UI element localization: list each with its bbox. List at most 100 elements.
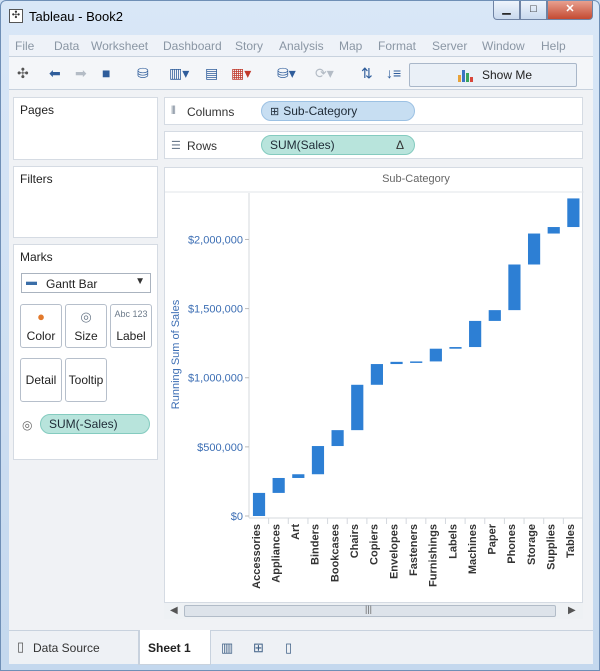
columns-icon: ⦀ bbox=[171, 105, 176, 117]
y-tick-label: $1,000,000 bbox=[188, 373, 243, 385]
gantt-bar bbox=[469, 320, 482, 348]
size-field-pill[interactable]: SUM(-Sales) bbox=[40, 414, 150, 434]
gantt-bar bbox=[527, 233, 541, 265]
category-label: Supplies bbox=[546, 524, 558, 570]
columns-shelf[interactable]: ⦀ Columns ⊞ Sub-Category bbox=[164, 97, 583, 125]
filters-title: Filters bbox=[20, 172, 53, 186]
chart-pane: Sub-Category $0 $500,000 $1,000,000 $1,500,0… bbox=[164, 167, 584, 603]
gantt-bar bbox=[429, 348, 442, 362]
gantt-bar bbox=[292, 474, 305, 478]
menu-data[interactable]: Data bbox=[54, 39, 79, 53]
category-label: Accessories bbox=[251, 524, 263, 589]
redo-icon[interactable]: ➡ bbox=[75, 65, 87, 81]
menu-format[interactable]: Format bbox=[378, 39, 416, 53]
sheet-tab-bar: ▯ Data Source Sheet 1 ▥ ⊞ ▯ bbox=[9, 630, 593, 665]
tooltip-label: Tooltip bbox=[68, 373, 104, 387]
data-source-label: Data Source bbox=[33, 641, 100, 655]
marks-title: Marks bbox=[20, 250, 53, 264]
y-axis-title: Running Sum of Sales bbox=[170, 299, 182, 409]
filters-card[interactable]: Filters bbox=[13, 166, 158, 238]
tableau-window: ✣ Tableau - Book2 ▁ □ ✕ File Data Worksh… bbox=[0, 0, 600, 671]
show-me-label: Show Me bbox=[482, 68, 533, 82]
category-label: Binders bbox=[310, 524, 322, 565]
new-worksheet-tab-icon[interactable]: ▥ bbox=[221, 640, 233, 656]
tableau-logo-icon[interactable]: ✣ bbox=[17, 65, 29, 81]
gantt-bar bbox=[370, 364, 383, 385]
menu-dashboard[interactable]: Dashboard bbox=[163, 39, 222, 53]
category-label: Copiers bbox=[369, 524, 381, 565]
gantt-bar bbox=[508, 264, 521, 311]
horizontal-scrollbar[interactable]: ◀ ||| ▶ bbox=[164, 603, 583, 619]
menu-story[interactable]: Story bbox=[235, 39, 263, 53]
chart-svg: Sub-Category $0 $500,000 $1,000,000 $1,500,0… bbox=[165, 173, 584, 589]
minimize-button[interactable]: ▁ bbox=[493, 1, 520, 20]
close-button[interactable]: ✕ bbox=[547, 1, 593, 20]
menu-map[interactable]: Map bbox=[339, 39, 362, 53]
window-title: Tableau - Book2 bbox=[29, 9, 123, 24]
columns-pill-label: Sub-Category bbox=[283, 104, 358, 118]
rows-label: Rows bbox=[187, 139, 218, 153]
detail-label: Detail bbox=[25, 373, 57, 387]
size-button[interactable]: ◎ Size bbox=[65, 304, 107, 348]
label-button[interactable]: Abc 123 Label bbox=[110, 304, 152, 348]
sheet1-label: Sheet 1 bbox=[148, 641, 191, 655]
category-label: Fasteners bbox=[408, 524, 420, 576]
scroll-left-icon[interactable]: ◀ bbox=[170, 605, 178, 616]
menu-window[interactable]: Window bbox=[482, 39, 525, 53]
new-datasource-icon[interactable]: ⛁ bbox=[137, 65, 149, 81]
mark-type-dropdown[interactable]: ▬ Gantt Bar ▼ bbox=[21, 273, 151, 293]
scroll-right-icon[interactable]: ▶ bbox=[568, 605, 576, 616]
gantt-bar bbox=[567, 198, 580, 228]
detail-button[interactable]: Detail bbox=[20, 358, 62, 402]
duplicate-sheet-icon[interactable]: ▤ bbox=[205, 65, 218, 81]
pages-card[interactable]: Pages bbox=[13, 97, 158, 160]
y-tick-label: $0 bbox=[231, 511, 243, 523]
new-story-tab-icon[interactable]: ▯ bbox=[285, 640, 292, 656]
size-icon: ◎ bbox=[80, 309, 92, 324]
gantt-bar bbox=[547, 227, 560, 234]
category-label: Bookcases bbox=[329, 524, 341, 582]
undo-icon[interactable]: ⬅ bbox=[49, 65, 61, 81]
clear-sheet-icon[interactable]: ▦▾ bbox=[231, 65, 251, 81]
tooltip-button[interactable]: Tooltip bbox=[65, 358, 107, 402]
color-label: Color bbox=[26, 329, 56, 343]
columns-pill[interactable]: ⊞ Sub-Category bbox=[261, 101, 415, 121]
new-dashboard-tab-icon[interactable]: ⊞ bbox=[253, 640, 264, 656]
menu-analysis[interactable]: Analysis bbox=[279, 39, 324, 53]
group-icon[interactable]: ⇅ bbox=[361, 65, 373, 81]
menu-bar: File Data Worksheet Dashboard Story Anal… bbox=[9, 35, 593, 57]
menu-worksheet[interactable]: Worksheet bbox=[91, 39, 148, 53]
maximize-button[interactable]: □ bbox=[520, 1, 547, 20]
category-label: Furnishings bbox=[428, 524, 440, 587]
menu-server[interactable]: Server bbox=[432, 39, 467, 53]
new-worksheet-icon[interactable]: ▥▾ bbox=[169, 65, 189, 81]
scroll-thumb[interactable]: ||| bbox=[184, 604, 556, 617]
show-me-button[interactable]: Show Me bbox=[409, 63, 577, 87]
color-button[interactable]: ● Color bbox=[20, 304, 62, 348]
gantt-bar bbox=[252, 492, 266, 516]
category-label: Envelopes bbox=[388, 524, 400, 579]
category-label: Appliances bbox=[270, 524, 282, 583]
gantt-bar-icon: ▬ bbox=[26, 276, 37, 288]
expand-icon: ⊞ bbox=[270, 106, 280, 118]
marks-card: Marks ▬ Gantt Bar ▼ ● Color ◎ Size Abc 1… bbox=[13, 244, 158, 460]
gantt-bar bbox=[311, 446, 325, 475]
rows-pill[interactable]: SUM(Sales) Δ bbox=[261, 135, 415, 155]
menu-file[interactable]: File bbox=[15, 39, 34, 53]
label-label: Label bbox=[116, 329, 146, 343]
size-label: Size bbox=[74, 329, 98, 343]
sheet1-tab[interactable]: Sheet 1 bbox=[139, 630, 211, 665]
category-label: Chairs bbox=[349, 524, 361, 558]
y-tick-label: $2,000,000 bbox=[188, 234, 243, 246]
gantt-bar bbox=[488, 310, 501, 321]
swap-icon[interactable]: ⛁▾ bbox=[277, 65, 296, 81]
color-icon: ● bbox=[37, 309, 45, 324]
data-source-tab[interactable]: ▯ Data Source bbox=[9, 631, 139, 665]
rows-shelf[interactable]: ☰ Rows SUM(Sales) Δ bbox=[164, 131, 583, 159]
refresh-icon[interactable]: ⟳▾ bbox=[315, 65, 334, 81]
sort-icon[interactable]: ↓≡ bbox=[386, 65, 401, 81]
save-icon[interactable]: ■ bbox=[102, 65, 110, 81]
label-icon: Abc 123 bbox=[114, 309, 148, 319]
datasource-icon: ▯ bbox=[17, 639, 25, 654]
menu-help[interactable]: Help bbox=[541, 39, 566, 53]
